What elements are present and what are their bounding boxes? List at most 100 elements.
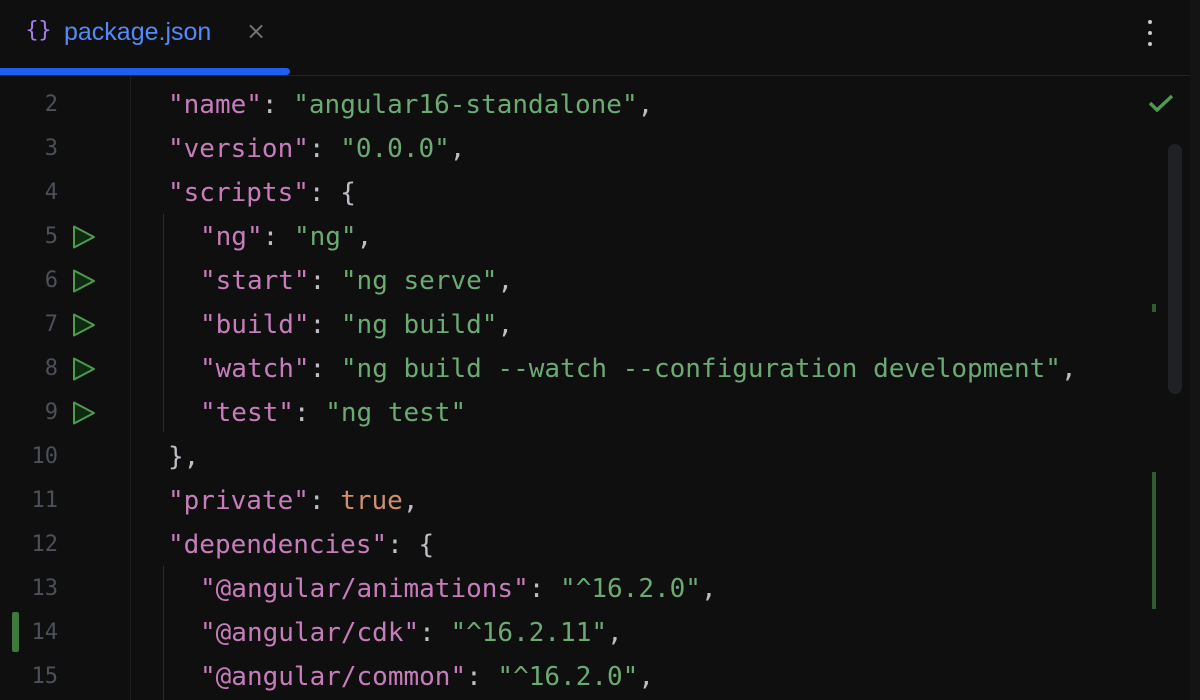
line-number: 2 [0, 83, 58, 127]
line-number: 4 [0, 171, 58, 215]
code-token: "@angular/animations" [200, 574, 529, 604]
code-text: "watch": "ng build --watch --configurati… [200, 347, 1077, 391]
run-script-icon[interactable] [72, 269, 96, 293]
code-token: "ng serve" [341, 266, 498, 296]
code-text: "ng": "ng", [200, 215, 372, 259]
code-token: , [1061, 354, 1077, 384]
code-line: 4 "scripts": { [0, 171, 1150, 215]
code-text: "@angular/common": "^16.2.0", [200, 655, 654, 699]
code-line: 8 "watch": "ng build --watch --configurat… [0, 347, 1150, 391]
code-token: : { [309, 178, 356, 208]
right-edge [1190, 0, 1200, 700]
code-token: : { [387, 530, 434, 560]
run-script-icon[interactable] [72, 357, 96, 381]
code-token: : [309, 134, 340, 164]
code-line: 14 "@angular/cdk": "^16.2.11", [0, 611, 1150, 655]
code-token: "0.0.0" [340, 134, 450, 164]
code-text: "private": true, [168, 479, 418, 523]
run-script-icon[interactable] [72, 313, 96, 337]
code-token: "start" [200, 266, 310, 296]
code-token: : [310, 266, 341, 296]
code-token: "ng test" [325, 398, 466, 428]
line-number: 7 [0, 303, 58, 347]
code-text: "scripts": { [168, 171, 356, 215]
code-token: : [529, 574, 560, 604]
code-token: : [263, 222, 294, 252]
code-text: "test": "ng test" [200, 391, 466, 435]
code-text: }, [168, 435, 199, 479]
run-script-icon[interactable] [72, 225, 96, 249]
code-line: 6 "start": "ng serve", [0, 259, 1150, 303]
line-number: 8 [0, 347, 58, 391]
code-token: : [419, 618, 450, 648]
line-number: 12 [0, 523, 58, 567]
code-line: 5 "ng": "ng", [0, 215, 1150, 259]
code-line: 3 "version": "0.0.0", [0, 127, 1150, 171]
code-token: true [340, 486, 403, 516]
code-token: , [607, 618, 623, 648]
line-number: 13 [0, 567, 58, 611]
vertical-scrollbar[interactable] [1168, 144, 1182, 394]
code-token: "^16.2.11" [450, 618, 607, 648]
code-token: , [450, 134, 466, 164]
code-token: , [638, 662, 654, 692]
code-token: "test" [200, 398, 294, 428]
line-number: 10 [0, 435, 58, 479]
no-problems-check-icon [1148, 92, 1174, 114]
tab-package-json[interactable]: {} package.json × [0, 0, 290, 75]
code-token: "watch" [200, 354, 310, 384]
code-token: , [497, 266, 513, 296]
code-token: "version" [168, 134, 309, 164]
active-tab-indicator [0, 68, 290, 75]
code-token: "name" [168, 90, 262, 120]
code-token: : [310, 354, 341, 384]
code-token: , [701, 574, 717, 604]
code-text: "@angular/cdk": "^16.2.11", [200, 611, 623, 655]
line-number: 14 [0, 611, 58, 655]
line-number: 15 [0, 655, 58, 699]
more-options-icon[interactable] [1140, 16, 1160, 50]
code-line: 9 "test": "ng test" [0, 391, 1150, 435]
code-line: 13 "@angular/animations": "^16.2.0", [0, 567, 1150, 611]
line-number: 3 [0, 127, 58, 171]
code-text: "version": "0.0.0", [168, 127, 465, 171]
braces-icon: {} [25, 18, 51, 43]
code-token: "ng" [200, 222, 263, 252]
code-token: : [294, 398, 325, 428]
code-token: : [310, 310, 341, 340]
code-line: 11"private": true, [0, 479, 1150, 523]
tab-label: package.json [64, 18, 211, 47]
code-token: "build" [200, 310, 310, 340]
scroll-change-mark [1152, 472, 1156, 609]
code-text: "name": "angular16-standalone", [168, 83, 653, 127]
code-token: }, [168, 442, 199, 472]
code-text: "build": "ng build", [200, 303, 513, 347]
code-token: : [309, 486, 340, 516]
code-line: 15 "@angular/common": "^16.2.0", [0, 655, 1150, 699]
code-token: "@angular/common" [200, 662, 466, 692]
code-line: 10}, [0, 435, 1150, 479]
code-token: , [497, 310, 513, 340]
code-token: "dependencies" [168, 530, 387, 560]
code-token: "ng build" [341, 310, 498, 340]
editor-tab-bar: {} package.json × [0, 0, 1190, 76]
code-token: "ng" [294, 222, 357, 252]
code-text: "@angular/animations": "^16.2.0", [200, 567, 717, 611]
close-icon[interactable]: × [246, 17, 266, 45]
code-token: "angular16-standalone" [293, 90, 637, 120]
code-token: , [357, 222, 373, 252]
code-token: , [403, 486, 419, 516]
code-text: "dependencies": { [168, 523, 434, 567]
line-number: 9 [0, 391, 58, 435]
code-token: : [466, 662, 497, 692]
line-number: 5 [0, 215, 58, 259]
code-token: "private" [168, 486, 309, 516]
code-token: , [638, 90, 654, 120]
line-number: 6 [0, 259, 58, 303]
code-line: 7 "build": "ng build", [0, 303, 1150, 347]
run-script-icon[interactable] [72, 401, 96, 425]
code-token: "^16.2.0" [497, 662, 638, 692]
code-token: "^16.2.0" [560, 574, 701, 604]
code-line: 12 "dependencies": { [0, 523, 1150, 567]
scroll-change-mark [1152, 304, 1156, 312]
